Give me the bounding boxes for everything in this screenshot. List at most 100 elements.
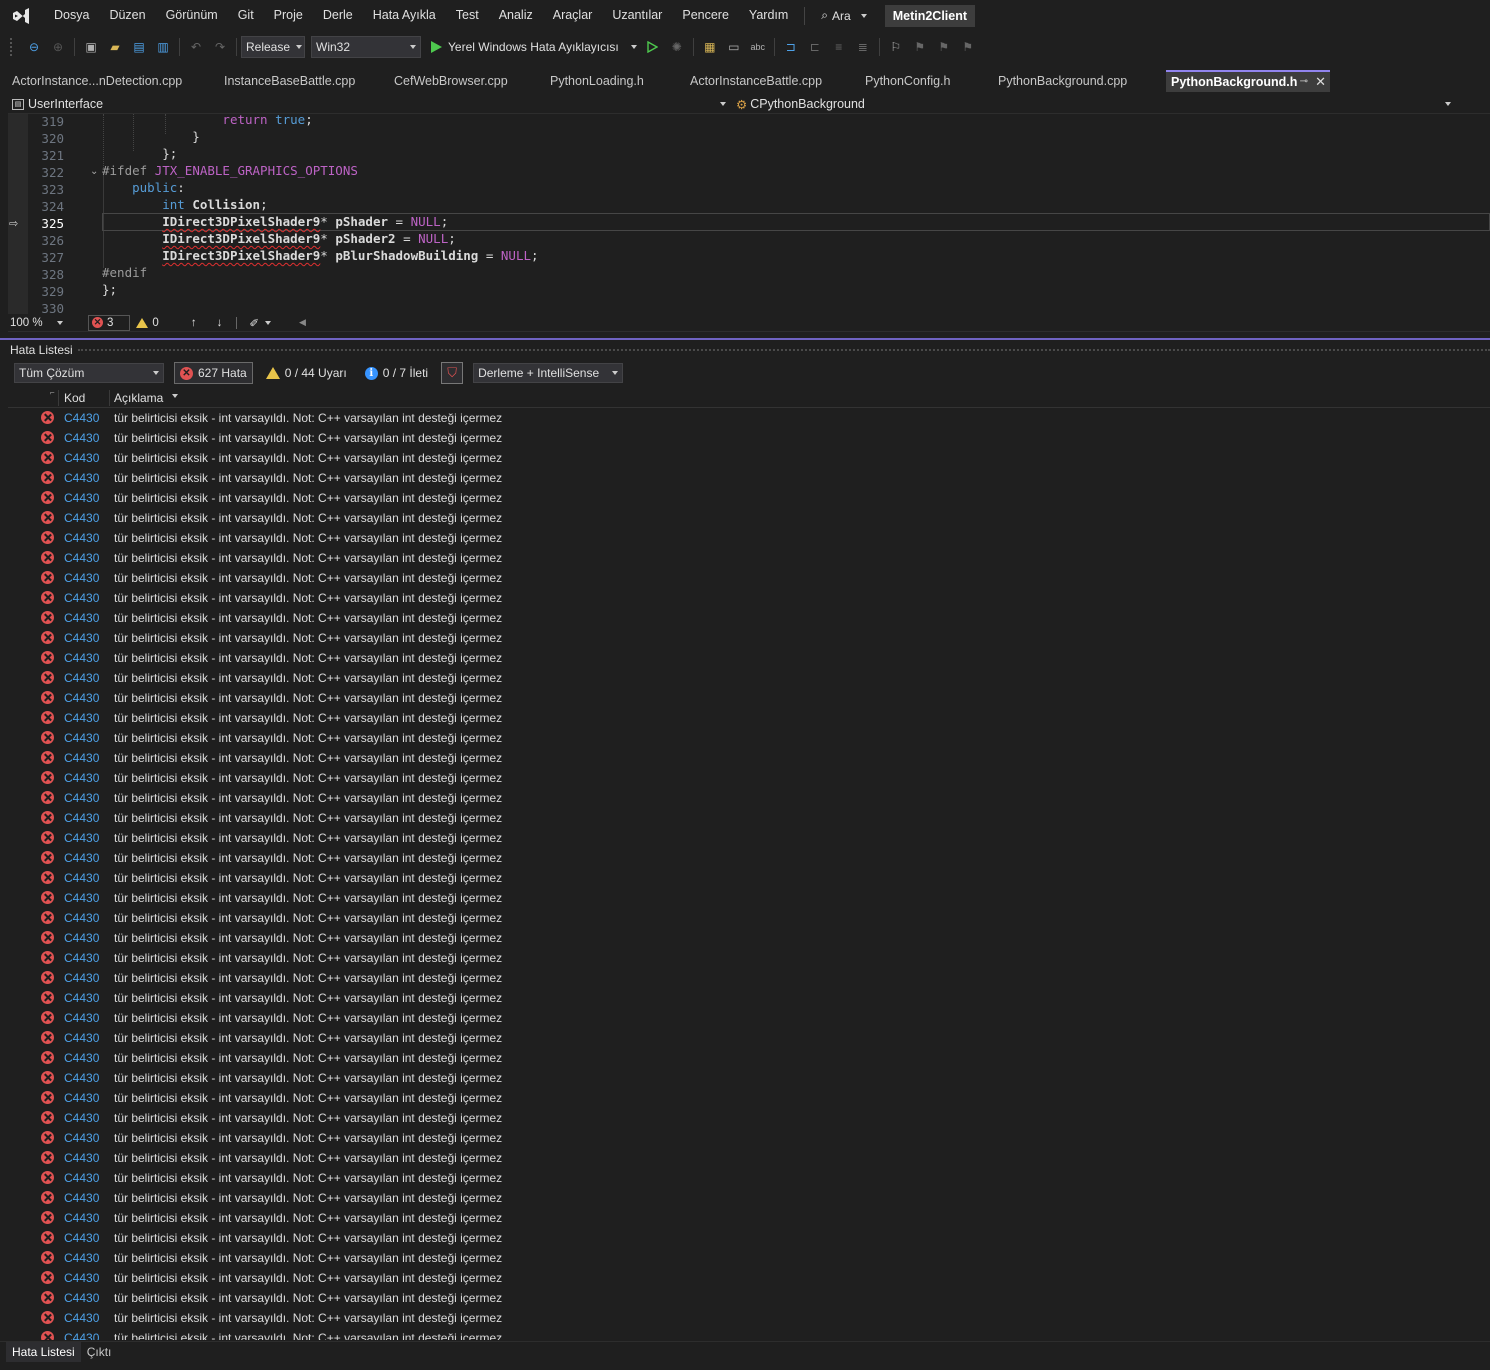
platform-select[interactable]: Win32 <box>311 36 421 58</box>
next-issue-icon[interactable]: ↓ <box>217 317 223 329</box>
error-row[interactable]: C4430 tür belirticisi eksik - int varsayı… <box>8 1288 1490 1308</box>
error-row[interactable]: C4430 tür belirticisi eksik - int varsayı… <box>8 868 1490 888</box>
open-folder-icon[interactable]: ▰ <box>105 37 125 57</box>
error-code-link[interactable]: C4430 <box>64 448 99 468</box>
tab-cefwebbrowser[interactable]: CefWebBrowser.cpp <box>382 70 538 92</box>
error-code-link[interactable]: C4430 <box>64 1188 99 1208</box>
error-code-link[interactable]: C4430 <box>64 788 99 808</box>
error-row[interactable]: C4430 tür belirticisi eksik - int varsayı… <box>8 1168 1490 1188</box>
tab-pythonbackground-cpp[interactable]: PythonBackground.cpp <box>986 70 1164 92</box>
error-code-link[interactable]: C4430 <box>64 568 99 588</box>
error-row[interactable]: C4430 tür belirticisi eksik - int varsayı… <box>8 508 1490 528</box>
error-code-link[interactable]: C4430 <box>64 1268 99 1288</box>
tab-pythonloading[interactable]: PythonLoading.h <box>538 70 678 92</box>
error-row[interactable]: C4430 tür belirticisi eksik - int varsayı… <box>8 928 1490 948</box>
search-button[interactable]: ⌕ Ara <box>811 8 876 23</box>
solution-explorer-icon[interactable]: ▦ <box>700 37 720 57</box>
error-code-link[interactable]: C4430 <box>64 1288 99 1308</box>
error-code-link[interactable]: C4430 <box>64 688 99 708</box>
source-filter-select[interactable]: Derleme + IntelliSense <box>473 363 624 383</box>
tab-actorinstance-detection[interactable]: ActorInstance...nDetection.cpp <box>0 70 206 92</box>
menu-git[interactable]: Git <box>228 0 264 31</box>
error-row[interactable]: C4430 tür belirticisi eksik - int varsayı… <box>8 1048 1490 1068</box>
error-row[interactable]: C4430 tür belirticisi eksik - int varsayı… <box>8 828 1490 848</box>
error-row[interactable]: C4430 tür belirticisi eksik - int varsayı… <box>8 1108 1490 1128</box>
error-code-link[interactable]: C4430 <box>64 608 99 628</box>
bookmark-icon[interactable]: ⚐ <box>886 37 906 57</box>
error-code-link[interactable]: C4430 <box>64 588 99 608</box>
error-code-link[interactable]: C4430 <box>64 908 99 928</box>
errors-filter-button[interactable]: ✕ 627 Hata <box>174 362 253 384</box>
tab-output[interactable]: Çıktı <box>81 1342 118 1362</box>
error-row[interactable]: C4430 tür belirticisi eksik - int varsayı… <box>8 588 1490 608</box>
error-row[interactable]: C4430 tür belirticisi eksik - int varsayı… <box>8 1248 1490 1268</box>
error-row[interactable]: C4430 tür belirticisi eksik - int varsayı… <box>8 1028 1490 1048</box>
hot-reload-icon[interactable]: ✺ <box>667 37 687 57</box>
redo-icon[interactable]: ↷ <box>210 37 230 57</box>
error-row[interactable]: C4430 tür belirticisi eksik - int varsayı… <box>8 608 1490 628</box>
error-row[interactable]: C4430 tür belirticisi eksik - int varsayı… <box>8 628 1490 648</box>
error-row[interactable]: C4430 tür belirticisi eksik - int varsayı… <box>8 1268 1490 1288</box>
pin-icon[interactable]: ⊸ <box>1300 72 1308 92</box>
error-row[interactable]: C4430 tür belirticisi eksik - int varsayı… <box>8 648 1490 668</box>
error-code-link[interactable]: C4430 <box>64 428 99 448</box>
error-row[interactable]: C4430 tür belirticisi eksik - int varsayı… <box>8 1128 1490 1148</box>
error-code-link[interactable]: C4430 <box>64 768 99 788</box>
error-row[interactable]: C4430 tür belirticisi eksik - int varsayı… <box>8 968 1490 988</box>
uncomment-icon[interactable]: ⊏ <box>805 37 825 57</box>
error-row[interactable]: C4430 tür belirticisi eksik - int varsayı… <box>8 668 1490 688</box>
error-row[interactable]: C4430 tür belirticisi eksik - int varsayı… <box>8 908 1490 928</box>
menu-analyze[interactable]: Analiz <box>489 0 543 31</box>
menu-help[interactable]: Yardım <box>739 0 798 31</box>
error-code-link[interactable]: C4430 <box>64 948 99 968</box>
scope-select[interactable]: ⚙ CPythonBackground <box>736 94 1456 114</box>
layout-icon[interactable]: ▭ <box>724 37 744 57</box>
warnings-filter-button[interactable]: 0 / 44 Uyarı <box>261 362 352 384</box>
error-row[interactable]: C4430 tür belirticisi eksik - int varsayı… <box>8 708 1490 728</box>
menu-file[interactable]: Dosya <box>44 0 99 31</box>
solution-name[interactable]: Metin2Client <box>884 4 976 27</box>
menu-view[interactable]: Görünüm <box>156 0 228 31</box>
menu-debug[interactable]: Hata Ayıkla <box>363 0 446 31</box>
error-row[interactable]: C4430 tür belirticisi eksik - int varsayı… <box>8 848 1490 868</box>
column-divider[interactable] <box>109 390 110 406</box>
error-code-link[interactable]: C4430 <box>64 928 99 948</box>
error-code-link[interactable]: C4430 <box>64 968 99 988</box>
error-row[interactable]: C4430 tür belirticisi eksik - int varsayı… <box>8 1228 1490 1248</box>
column-header-description[interactable]: Açıklama <box>114 388 163 408</box>
menu-tools[interactable]: Araçlar <box>543 0 603 31</box>
error-row[interactable]: C4430 tür belirticisi eksik - int varsayı… <box>8 788 1490 808</box>
indicator-margin[interactable] <box>8 114 28 314</box>
indent-icon[interactable]: ≡ <box>829 37 849 57</box>
error-row[interactable]: C4430 tür belirticisi eksik - int varsayı… <box>8 568 1490 588</box>
spell-check-icon[interactable]: abc <box>748 37 768 57</box>
collapse-region-icon[interactable]: ⌄ <box>90 166 98 177</box>
error-code-link[interactable]: C4430 <box>64 1148 99 1168</box>
tab-pythonbackground-h[interactable]: PythonBackground.h ⊸ ✕ <box>1166 70 1330 92</box>
error-code-link[interactable]: C4430 <box>64 1328 99 1340</box>
start-debugging-button[interactable]: Yerel Windows Hata Ayıklayıcısı <box>427 40 641 54</box>
error-row[interactable]: C4430 tür belirticisi eksik - int varsayı… <box>8 748 1490 768</box>
error-count-button[interactable]: ✕ 3 <box>88 314 131 331</box>
scroll-left-icon[interactable]: ◀ <box>299 317 306 328</box>
error-code-link[interactable]: C4430 <box>64 628 99 648</box>
code-cleanup-icon[interactable]: ✐ <box>249 316 259 330</box>
tab-actorinstancebattle[interactable]: ActorInstanceBattle.cpp <box>678 70 853 92</box>
panel-splitter[interactable] <box>0 338 1490 340</box>
error-code-link[interactable]: C4430 <box>64 1128 99 1148</box>
scope-filter-select[interactable]: Tüm Çözüm <box>14 363 164 383</box>
error-code-link[interactable]: C4430 <box>64 728 99 748</box>
error-code-link[interactable]: C4430 <box>64 648 99 668</box>
error-row[interactable]: C4430 tür belirticisi eksik - int varsayı… <box>8 1148 1490 1168</box>
toolbar-grip[interactable] <box>10 38 16 56</box>
new-project-icon[interactable]: ▣ <box>81 37 101 57</box>
tab-pythonconfig[interactable]: PythonConfig.h <box>853 70 986 92</box>
error-code-link[interactable]: C4430 <box>64 528 99 548</box>
error-code-link[interactable]: C4430 <box>64 1108 99 1128</box>
menu-test[interactable]: Test <box>446 0 489 31</box>
panel-title-grip[interactable] <box>78 349 1490 351</box>
error-row[interactable]: C4430 tür belirticisi eksik - int varsayı… <box>8 1208 1490 1228</box>
error-list-rows[interactable]: C4430 tür belirticisi eksik - int varsayı… <box>8 408 1490 1340</box>
error-code-link[interactable]: C4430 <box>64 1068 99 1088</box>
error-row[interactable]: C4430 tür belirticisi eksik - int varsayı… <box>8 1328 1490 1340</box>
